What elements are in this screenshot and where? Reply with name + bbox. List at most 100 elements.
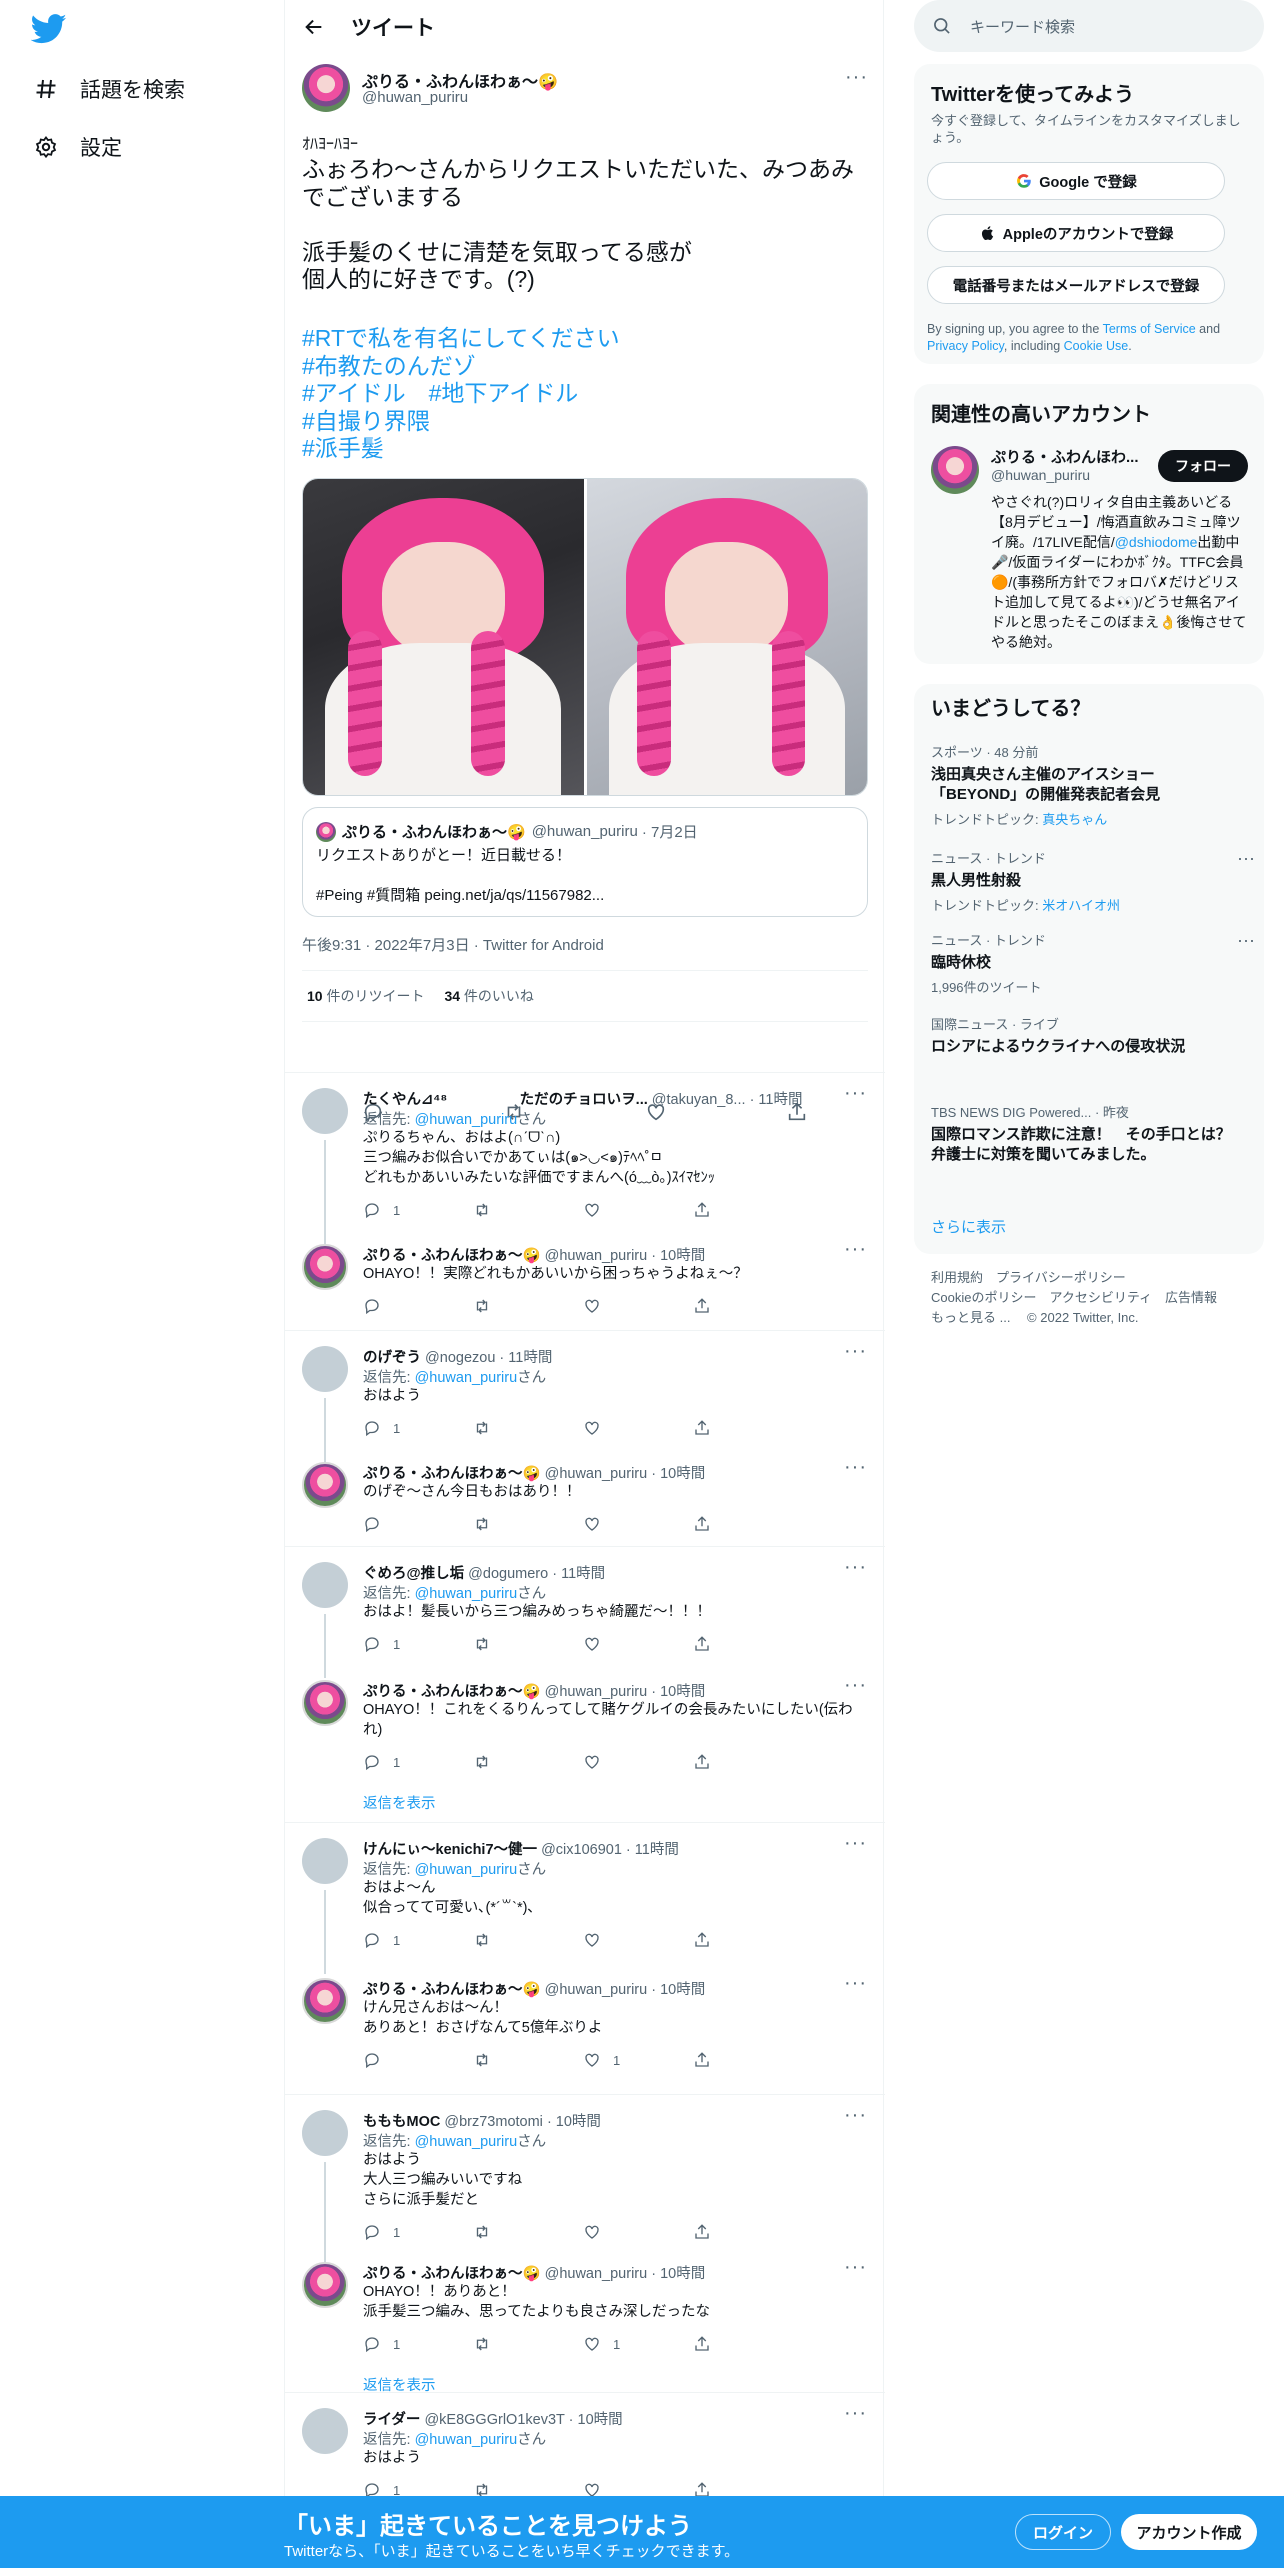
login-button[interactable]: ログイン: [1015, 2514, 1111, 2550]
avatar[interactable]: [302, 1244, 348, 1290]
hashtag-link[interactable]: #自撮り界隈: [302, 408, 620, 436]
share-icon[interactable]: [693, 1201, 711, 1219]
hashtag-link[interactable]: #RTで私を有名にしてください: [302, 325, 620, 353]
avatar[interactable]: [302, 2262, 348, 2308]
hashtag-link[interactable]: #アイドル #地下アイドル: [302, 380, 620, 408]
twitter-logo-icon[interactable]: [31, 14, 67, 44]
cookie-link[interactable]: Cookie Use: [1064, 339, 1129, 353]
reply-author-name[interactable]: ぷりる・ふわんほわぁ〜🤪: [363, 1982, 541, 1998]
nav-explore[interactable]: 話題を検索: [34, 74, 185, 104]
reply-to-link[interactable]: @huwan_puriru: [415, 1370, 518, 1386]
retweet-icon[interactable]: [473, 1419, 491, 1437]
retweet-icon[interactable]: [473, 2051, 491, 2069]
reply-icon[interactable]: [363, 1931, 381, 1949]
reply-author-handle[interactable]: @kE8GGGrlO1kev3T: [424, 2412, 564, 2428]
retweet-icon[interactable]: [473, 1753, 491, 1771]
reply-author-name[interactable]: けんにぃ〜kenichi7〜健一: [363, 1842, 537, 1858]
search-input[interactable]: キーワード検索: [970, 16, 1075, 37]
more-icon[interactable]: ···: [844, 1238, 867, 1261]
avatar[interactable]: [302, 64, 350, 112]
reply-to-link[interactable]: @huwan_puriru: [415, 1862, 518, 1878]
more-icon[interactable]: ···: [844, 2104, 867, 2127]
more-icon[interactable]: ···: [844, 1340, 867, 1363]
more-icon[interactable]: ···: [1237, 848, 1255, 869]
retweet-icon[interactable]: [473, 1931, 491, 1949]
reply-icon[interactable]: [363, 1419, 381, 1437]
reply-icon[interactable]: [363, 1515, 381, 1533]
reply-author-name[interactable]: ぷりる・ふわんほわぁ〜🤪: [363, 2266, 541, 2282]
trend-item[interactable]: ニュース · トレンド 臨時休校 1,996件のツイート ···: [931, 930, 1255, 996]
footer-line[interactable]: もっと見る ... © 2022 Twitter, Inc.: [931, 1308, 1261, 1328]
reply-to-link[interactable]: @huwan_puriru: [415, 2134, 518, 2150]
reply-icon[interactable]: [363, 2335, 381, 2353]
signup-button[interactable]: アカウント作成: [1121, 2514, 1257, 2550]
follow-button[interactable]: フォロー: [1158, 450, 1248, 482]
reply-icon[interactable]: [363, 1753, 381, 1771]
reply-time[interactable]: · 11時間: [750, 1092, 803, 1108]
like-icon[interactable]: [583, 2223, 601, 2241]
reply-time[interactable]: · 10時間: [651, 1248, 705, 1264]
retweet-icon[interactable]: [473, 1515, 491, 1533]
avatar[interactable]: [302, 1088, 348, 1134]
avatar[interactable]: [302, 1346, 348, 1392]
more-icon[interactable]: ···: [844, 1674, 867, 1697]
footer-line[interactable]: 利用規約 プライバシーポリシー: [931, 1268, 1261, 1288]
reply-icon[interactable]: [363, 1201, 381, 1219]
quoted-tweet[interactable]: ぷりる・ふわんほわぁ〜🤪 @huwan_puriru · 7月2日 リクエストあ…: [302, 807, 868, 917]
share-icon[interactable]: [693, 2051, 711, 2069]
trend-item[interactable]: 国際ニュース · ライブ ロシアによるウクライナへの侵攻状況: [931, 1014, 1241, 1057]
reply-time[interactable]: · 10時間: [651, 1466, 705, 1482]
avatar[interactable]: [302, 2408, 348, 2454]
reply-author-name[interactable]: ぐめろ@推し垢: [363, 1566, 464, 1582]
author-handle[interactable]: @huwan_puriru: [362, 89, 468, 106]
tweet-photo-2[interactable]: [586, 479, 867, 795]
share-icon[interactable]: [693, 1635, 711, 1653]
like-icon[interactable]: [583, 2335, 601, 2353]
share-icon[interactable]: [693, 1515, 711, 1533]
reply-icon[interactable]: [363, 2223, 381, 2241]
reply-time[interactable]: · 10時間: [569, 2412, 623, 2428]
like-icon[interactable]: [583, 1419, 601, 1437]
like-icon[interactable]: [583, 1201, 601, 1219]
share-icon[interactable]: [693, 1297, 711, 1315]
apple-signup-button[interactable]: Appleのアカウントで登録: [927, 214, 1225, 252]
related-handle[interactable]: @huwan_puriru: [991, 467, 1090, 483]
reply-author-handle[interactable]: @huwan_puriru: [545, 1684, 648, 1700]
avatar[interactable]: [302, 1978, 348, 2024]
reply-author-name[interactable]: たくやん⊿⁴⁸ ただのチョロいヲ...: [363, 1092, 648, 1108]
google-signup-button[interactable]: Google で登録: [927, 162, 1225, 200]
search-box[interactable]: キーワード検索: [914, 0, 1264, 52]
retweet-icon[interactable]: [473, 2223, 491, 2241]
more-icon[interactable]: ···: [844, 1972, 867, 1995]
more-icon[interactable]: ···: [845, 66, 868, 89]
avatar[interactable]: [931, 446, 979, 494]
hashtag-link[interactable]: #派手髪: [302, 435, 620, 463]
trend-item[interactable]: ニュース · トレンド 黒人男性射殺 トレンドトピック: 米オハイオ州 ···: [931, 848, 1255, 914]
share-icon[interactable]: [693, 1419, 711, 1437]
reply-author-name[interactable]: ライダー: [363, 2412, 420, 2428]
avatar[interactable]: [302, 1462, 348, 1508]
reply-icon[interactable]: [363, 2051, 381, 2069]
show-more-trends-link[interactable]: さらに表示: [931, 1216, 1006, 1237]
trend-item[interactable]: スポーツ · 48 分前 浅田真央さん主催のアイスショー「BEYOND」の開催発…: [931, 742, 1241, 828]
like-icon[interactable]: [583, 1635, 601, 1653]
nav-settings[interactable]: 設定: [34, 132, 122, 162]
like-icon[interactable]: [583, 1297, 601, 1315]
reply-author-handle[interactable]: @dogumero: [468, 1566, 548, 1582]
show-replies-link[interactable]: 返信を表示: [363, 1792, 436, 1813]
back-arrow-icon[interactable]: [303, 16, 325, 38]
reply-author-handle[interactable]: @huwan_puriru: [545, 1466, 648, 1482]
reply-author-name[interactable]: ぷりる・ふわんほわぁ〜🤪: [363, 1466, 541, 1482]
like-count[interactable]: 34 件のいいね: [444, 986, 533, 1006]
more-icon[interactable]: ···: [844, 1082, 867, 1105]
retweet-icon[interactable]: [473, 2335, 491, 2353]
footer-line[interactable]: Cookieのポリシー アクセシビリティ 広告情報: [931, 1288, 1261, 1308]
more-icon[interactable]: ···: [844, 1556, 867, 1579]
avatar[interactable]: [302, 1680, 348, 1726]
reply-time[interactable]: · 10時間: [651, 2266, 705, 2282]
avatar[interactable]: [302, 2110, 348, 2156]
retweet-icon[interactable]: [473, 1201, 491, 1219]
more-icon[interactable]: ···: [844, 2256, 867, 2279]
phone-email-signup-button[interactable]: 電話番号またはメールアドレスで登録: [927, 266, 1225, 304]
like-icon[interactable]: [583, 2051, 601, 2069]
